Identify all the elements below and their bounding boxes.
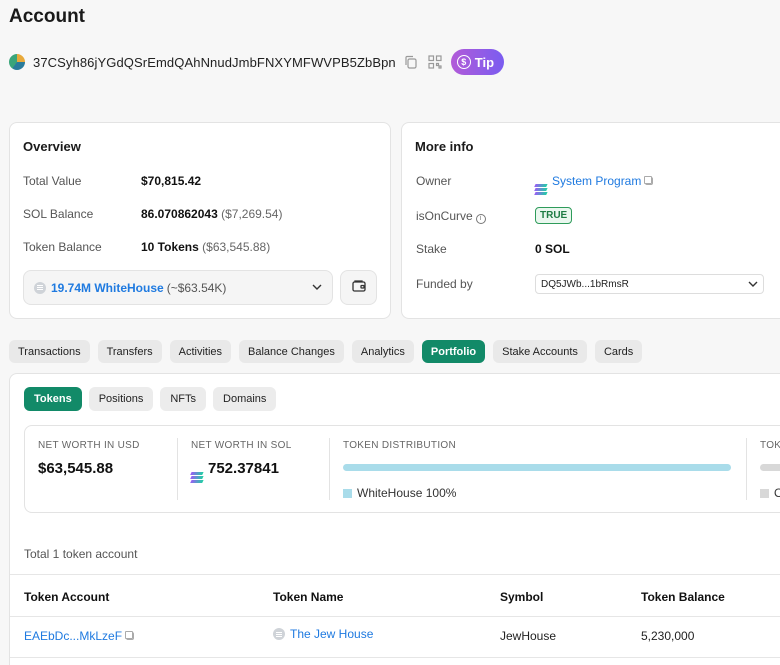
- net-worth-usd-label: NET WORTH IN USD: [38, 440, 140, 451]
- legend-swatch: [760, 488, 769, 498]
- subtab-positions[interactable]: Positions: [88, 387, 154, 411]
- dollar-coin-icon: $: [456, 55, 471, 69]
- legend-percent: 100%: [425, 486, 457, 500]
- page-title: Account: [9, 6, 85, 27]
- cut-off-bar: [760, 464, 780, 471]
- divider: [177, 438, 178, 500]
- more-info-card: More info Owner System Program isOnCurve…: [401, 122, 780, 319]
- owner-label: Owner: [416, 174, 452, 188]
- wallet-button[interactable]: [340, 270, 377, 305]
- token-select-value: 19.74M WhiteHouse: [51, 280, 164, 295]
- token-distribution-bar: [343, 464, 731, 471]
- tab-activities[interactable]: Activities: [169, 340, 232, 363]
- account-address-row: 37CSyh86jYGdQSrEmdQAhNnudJmbFNXYMFWVPB5Z…: [9, 49, 505, 75]
- table-divider: [10, 616, 780, 617]
- overview-card: Overview Total Value $70,815.42 SOL Bala…: [9, 122, 391, 319]
- funded-by-dropdown[interactable]: DQ5JWb...1bRmsR: [535, 274, 764, 294]
- tab-analytics[interactable]: Analytics: [351, 340, 414, 363]
- copy-icon[interactable]: [645, 177, 654, 185]
- avatar: [9, 54, 25, 70]
- token-balance-value: 10 Tokens ($63,545.88): [141, 240, 271, 254]
- tab-cards[interactable]: Cards: [594, 340, 643, 363]
- net-worth-usd-value: $63,545.88: [38, 460, 114, 477]
- more-info-title: More info: [415, 139, 474, 154]
- distribution-legend-item: WhiteHouse 100%: [343, 486, 456, 500]
- divider: [329, 438, 330, 500]
- solana-icon: [534, 183, 548, 194]
- sol-balance-label: SOL Balance: [23, 207, 94, 221]
- table-cell-token-name[interactable]: The Jew House: [273, 627, 373, 641]
- stake-value: 0 SOL: [535, 242, 570, 256]
- tab-stake-accounts[interactable]: Stake Accounts: [493, 340, 587, 363]
- token-name-link[interactable]: The Jew House: [290, 627, 373, 641]
- token-coin-icon: [34, 281, 46, 294]
- portfolio-subtabs: Tokens Positions NFTs Domains: [24, 387, 277, 411]
- copy-icon[interactable]: [126, 632, 135, 640]
- column-header-token-balance: Token Balance: [641, 590, 725, 604]
- stake-label: Stake: [416, 242, 447, 256]
- account-address: 37CSyh86jYGdQSrEmdQAhNnudJmbFNXYMFWVPB5Z…: [33, 54, 396, 70]
- overview-title: Overview: [23, 139, 81, 154]
- token-balance-label: Token Balance: [23, 240, 102, 254]
- net-worth-sol-label: NET WORTH IN SOL: [191, 440, 292, 451]
- funded-by-label: Funded by: [416, 277, 473, 291]
- funded-by-value: DQ5JWb...1bRmsR: [541, 278, 629, 290]
- owner-link[interactable]: System Program: [552, 174, 641, 188]
- net-worth-sol-value: 752.37841: [190, 460, 279, 482]
- tab-transactions[interactable]: Transactions: [9, 340, 90, 363]
- table-divider: [10, 574, 780, 575]
- portfolio-stats: NET WORTH IN USD $63,545.88 NET WORTH IN…: [24, 425, 780, 513]
- table-divider: [10, 657, 780, 658]
- owner-value[interactable]: System Program: [534, 174, 654, 194]
- tab-portfolio[interactable]: Portfolio: [421, 340, 486, 363]
- token-select-sub: (~$63.54K): [166, 280, 227, 295]
- total-value-label: Total Value: [23, 174, 82, 188]
- tab-transfers[interactable]: Transfers: [97, 340, 162, 363]
- column-header-token-account: Token Account: [24, 590, 110, 604]
- solana-icon: [190, 471, 204, 482]
- oncurve-label: isOnCurve i: [416, 209, 486, 224]
- chevron-down-icon: [312, 282, 322, 293]
- total-token-accounts: Total 1 token account: [24, 547, 138, 561]
- portfolio-card: Tokens Positions NFTs Domains NET WORTH …: [9, 373, 780, 665]
- cut-off-label: TOKE: [760, 440, 780, 451]
- legend-swatch: [343, 488, 352, 498]
- subtab-domains[interactable]: Domains: [213, 387, 277, 411]
- info-icon[interactable]: i: [475, 213, 486, 224]
- token-account-link[interactable]: EAEbDc...MkLzeF: [24, 629, 122, 643]
- token-select-dropdown[interactable]: 19.74M WhiteHouse (~$63.54K): [23, 270, 333, 305]
- table-cell-account[interactable]: EAEbDc...MkLzeF: [24, 629, 135, 643]
- copy-icon[interactable]: [402, 53, 420, 71]
- column-header-token-name: Token Name: [273, 590, 344, 604]
- subtab-tokens[interactable]: Tokens: [24, 387, 82, 411]
- sol-balance-value: 86.070862043 ($7,269.54): [141, 207, 283, 221]
- table-cell-balance: 5,230,000: [641, 629, 695, 643]
- oncurve-badge: TRUE: [535, 207, 573, 224]
- legend-name: WhiteHouse: [357, 486, 423, 500]
- wallet-icon: [351, 279, 366, 297]
- column-header-symbol: Symbol: [500, 590, 544, 604]
- chevron-down-icon: [748, 279, 758, 290]
- cut-off-legend: O: [760, 486, 780, 500]
- tab-balance-changes[interactable]: Balance Changes: [239, 340, 344, 363]
- divider: [746, 438, 747, 500]
- account-tabs: Transactions Transfers Activities Balanc…: [9, 340, 643, 363]
- token-coin-icon: [273, 628, 285, 640]
- qr-code-icon[interactable]: [426, 53, 444, 71]
- subtab-nfts[interactable]: NFTs: [160, 387, 207, 411]
- total-value: $70,815.42: [141, 174, 202, 188]
- token-distribution-label: TOKEN DISTRIBUTION: [343, 440, 457, 451]
- tip-button[interactable]: $ Tip: [450, 49, 505, 75]
- tip-label: Tip: [474, 54, 495, 70]
- table-cell-symbol: JewHouse: [500, 629, 557, 643]
